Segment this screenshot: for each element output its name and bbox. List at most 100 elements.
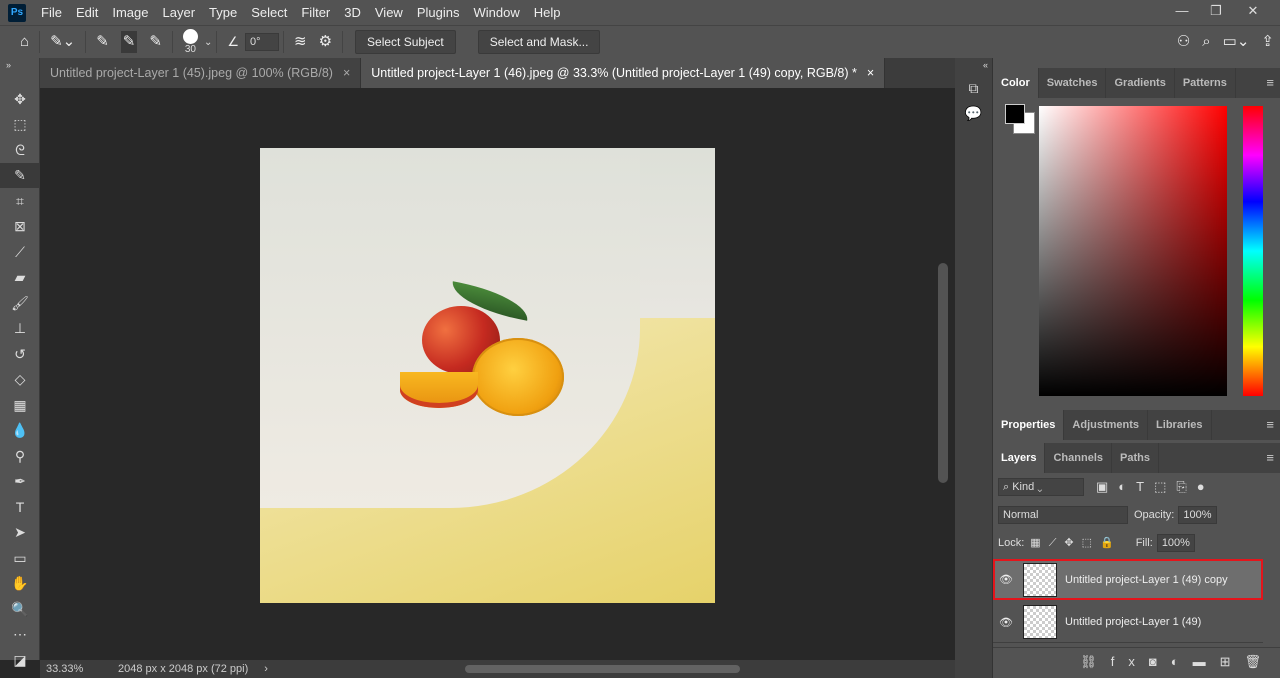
scroll-thumb[interactable] [938, 263, 948, 483]
new-selection-icon[interactable]: ✎ [96, 33, 109, 51]
layer-row[interactable]: 👁 Untitled project-Layer 1 (49) [993, 602, 1263, 643]
link-layers-icon[interactable]: ⛓ [1080, 654, 1111, 670]
menu-select[interactable]: Select [244, 5, 294, 20]
rectangle-tool-icon[interactable]: ▭ [0, 545, 40, 571]
dodge-tool-icon[interactable]: ⚲ [0, 443, 40, 469]
path-selection-icon[interactable]: ➤ [0, 520, 40, 546]
tab-adjustments[interactable]: Adjustments [1064, 410, 1148, 440]
tab-patterns[interactable]: Patterns [1175, 68, 1236, 98]
horizontal-scrollbar[interactable] [280, 664, 930, 674]
add-to-selection-icon[interactable]: ✎ [121, 31, 138, 53]
minimize-button[interactable]: — [1165, 0, 1199, 22]
menu-file[interactable]: File [34, 5, 69, 20]
visibility-eye-icon[interactable]: 👁 [995, 616, 1017, 629]
frame-tool-icon[interactable]: ⊠ [0, 214, 40, 240]
zoom-tool-icon[interactable]: 🔍 [0, 596, 40, 622]
tab-layers[interactable]: Layers [993, 443, 1045, 473]
swap-colors-icon[interactable]: ◪ [0, 647, 40, 673]
comments-panel-icon[interactable]: 💬 [955, 105, 992, 122]
angle-input[interactable]: 0° [245, 33, 279, 51]
menu-type[interactable]: Type [202, 5, 244, 20]
foreground-color-swatch[interactable] [1005, 104, 1025, 124]
blur-tool-icon[interactable]: 💧 [0, 418, 40, 444]
menu-layer[interactable]: Layer [156, 5, 203, 20]
menu-window[interactable]: Window [466, 5, 526, 20]
new-layer-icon[interactable]: ⊞ [1220, 654, 1245, 670]
fx-icon[interactable]: fx [1111, 654, 1149, 669]
folder-icon[interactable]: ▬ [1193, 654, 1220, 669]
clone-stamp-icon[interactable]: ⊥ [0, 316, 40, 342]
tab-document-45[interactable]: Untitled project-Layer 1 (45).jpeg @ 100… [40, 58, 361, 88]
restore-button[interactable]: ❐ [1199, 0, 1233, 22]
crop-tool-icon[interactable]: ⌗ [0, 188, 40, 214]
healing-brush-icon[interactable]: ▰ [0, 265, 40, 291]
menu-help[interactable]: Help [527, 5, 568, 20]
menu-view[interactable]: View [368, 5, 410, 20]
search-icon[interactable]: ⌕ [1202, 33, 1210, 51]
eyedropper-tool-icon[interactable]: ⟋ [0, 239, 40, 265]
mask-icon[interactable]: ◙ [1149, 654, 1171, 669]
collapse-toolbar-icon[interactable]: » [0, 58, 39, 86]
status-menu-arrow[interactable]: › [264, 663, 268, 675]
close-tab-icon[interactable]: × [867, 66, 874, 80]
select-subject-button[interactable]: Select Subject [355, 30, 456, 54]
collapse-dock-icon[interactable]: « [955, 58, 992, 72]
close-tab-icon[interactable]: × [343, 66, 350, 80]
panel-menu-icon[interactable]: ≡ [1266, 451, 1274, 465]
color-field[interactable] [1039, 106, 1227, 396]
lock-icons[interactable]: ▦⟋✥⬚🔒 [1030, 536, 1121, 550]
gradient-tool-icon[interactable]: ▦ [0, 392, 40, 418]
pen-tool-icon[interactable]: ✒ [0, 469, 40, 495]
tab-document-46[interactable]: Untitled project-Layer 1 (46).jpeg @ 33.… [361, 58, 885, 88]
menu-3d[interactable]: 3D [337, 5, 368, 20]
tab-swatches[interactable]: Swatches [1039, 68, 1107, 98]
share-icon[interactable]: ⇪ [1261, 33, 1274, 51]
menu-plugins[interactable]: Plugins [410, 5, 467, 20]
menu-filter[interactable]: Filter [294, 5, 337, 20]
tab-libraries[interactable]: Libraries [1148, 410, 1211, 440]
brush-size-picker[interactable]: 30 [183, 29, 198, 55]
enhance-edge-icon[interactable]: ⚙ [319, 33, 332, 51]
quick-selection-tool-icon[interactable]: ✎ [0, 163, 40, 189]
user-icon[interactable]: ⚇ [1177, 33, 1190, 51]
history-brush-icon[interactable]: ↺ [0, 341, 40, 367]
marquee-tool-icon[interactable]: ⬚ [0, 112, 40, 138]
close-window-button[interactable]: ✕ [1236, 0, 1270, 22]
select-and-mask-button[interactable]: Select and Mask... [478, 30, 601, 54]
quick-selection-preset-icon[interactable]: ✎⌄ [50, 33, 75, 51]
hue-slider[interactable] [1243, 106, 1263, 396]
filter-kind-select[interactable]: ⌕ Kind ⌄ [998, 478, 1084, 496]
filter-type-icons[interactable]: ▣◐T⬚⎘● [1096, 479, 1215, 495]
panel-menu-icon[interactable]: ≡ [1266, 76, 1274, 90]
subtract-selection-icon[interactable]: ✎ [149, 33, 162, 51]
panel-menu-icon[interactable]: ≡ [1266, 418, 1274, 432]
menu-image[interactable]: Image [105, 5, 155, 20]
layers-footer-icons[interactable]: ⛓fx◙◐▬⊞🗑 [993, 647, 1280, 675]
scroll-thumb[interactable] [465, 665, 740, 673]
chevron-down-icon[interactable]: ⌄ [204, 37, 212, 48]
eraser-tool-icon[interactable]: ◇ [0, 367, 40, 393]
blend-mode-select[interactable]: Normal [998, 506, 1128, 524]
visibility-eye-icon[interactable]: 👁 [995, 573, 1017, 586]
type-tool-icon[interactable]: T [0, 494, 40, 520]
layer-row-selected[interactable]: 👁 Untitled project-Layer 1 (49) copy [993, 559, 1263, 600]
more-tools-icon[interactable]: ⋯ [0, 622, 40, 648]
tab-color[interactable]: Color [993, 68, 1039, 98]
tab-properties[interactable]: Properties [993, 410, 1064, 440]
opacity-input[interactable]: 100% [1178, 506, 1216, 524]
fill-input[interactable]: 100% [1157, 534, 1195, 552]
workspace-icon[interactable]: ▭⌄ [1223, 33, 1250, 51]
vertical-scrollbar[interactable] [935, 88, 953, 660]
home-icon[interactable]: ⌂ [20, 33, 29, 51]
tab-gradients[interactable]: Gradients [1106, 68, 1174, 98]
zoom-level[interactable]: 33.33% [46, 663, 106, 675]
lasso-tool-icon[interactable]: ᘓ [0, 137, 40, 163]
menu-edit[interactable]: Edit [69, 5, 105, 20]
tab-channels[interactable]: Channels [1045, 443, 1112, 473]
trash-icon[interactable]: 🗑 [1244, 654, 1275, 670]
hand-tool-icon[interactable]: ✋ [0, 571, 40, 597]
tab-paths[interactable]: Paths [1112, 443, 1159, 473]
history-panel-icon[interactable]: ⧉ [955, 80, 992, 97]
sample-all-layers-icon[interactable]: ≋ [294, 33, 307, 51]
document-canvas[interactable] [260, 148, 715, 603]
